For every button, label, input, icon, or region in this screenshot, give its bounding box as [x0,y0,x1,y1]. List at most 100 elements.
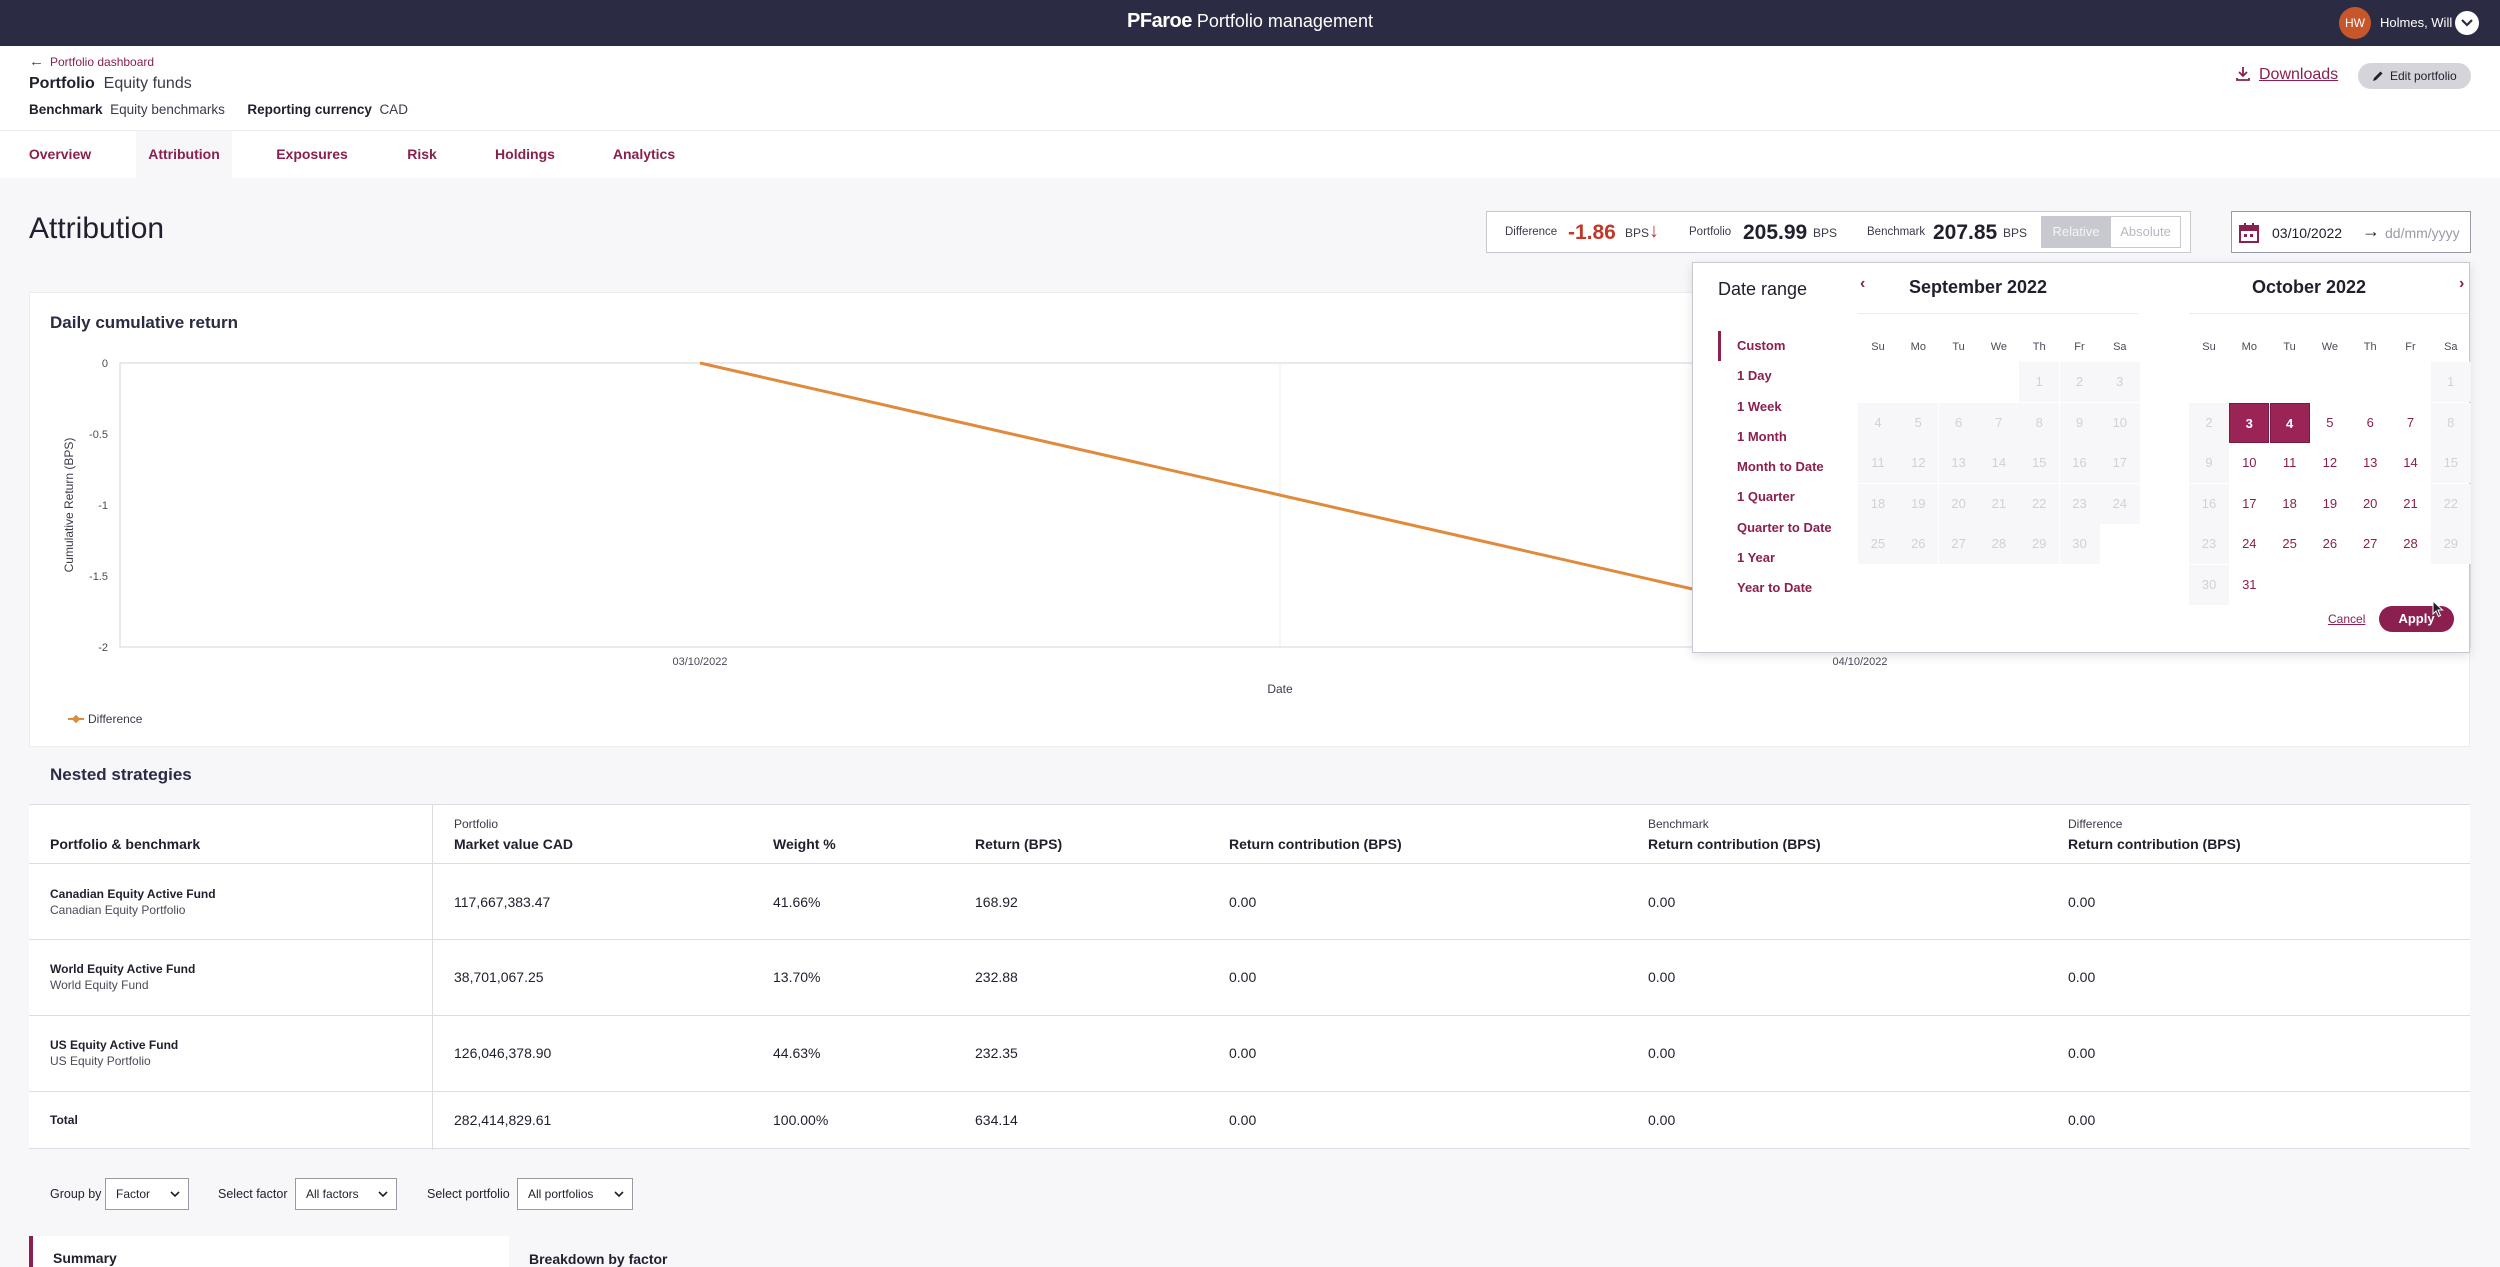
user-menu-chevron-icon[interactable] [2455,11,2479,35]
x-axis-label: Date [1267,682,1293,696]
calendar-day[interactable]: 17 [2229,484,2269,524]
header-weight[interactable]: Weight % [773,836,836,852]
weekday-label: We [2321,341,2339,353]
cancel-button[interactable]: Cancel [2328,612,2365,626]
mouse-cursor-icon [2432,600,2444,618]
absolute-option[interactable]: Absolute [2110,217,2180,247]
tab-risk[interactable]: Risk [400,131,444,179]
calendar-day[interactable]: 4 [2269,402,2310,443]
calendar-day[interactable]: 19 [2310,484,2350,524]
header-contribution[interactable]: Return contribution (BPS) [1229,836,1402,852]
calendar-day: 20 [1938,483,1979,524]
downloads-link[interactable]: Downloads [2235,66,2338,84]
x-tick-label: 03/10/2022 [672,656,727,668]
relative-absolute-toggle: Relative Absolute [2041,216,2181,248]
app-title-text: Portfolio management [1196,11,1373,31]
group-by-value: Factor [116,1187,151,1201]
download-icon [2236,67,2250,81]
preset-1-week[interactable]: 1 Week [1718,392,1858,422]
header-benchmark-contribution[interactable]: Return contribution (BPS) [1648,836,1821,852]
cell-return: 168.92 [975,894,1018,910]
calendar-day: 8 [2019,402,2060,443]
tab-overview[interactable]: Overview [18,131,102,179]
cell-weight: 44.63% [773,1045,821,1061]
calendar-day[interactable]: 14 [2391,443,2431,483]
total-weight: 100.00% [773,1112,829,1128]
tab-attribution[interactable]: Attribution [136,131,232,179]
next-month-icon[interactable]: › [2459,275,2464,293]
group-header-benchmark: Benchmark [1648,817,1709,831]
avatar[interactable]: HW [2339,7,2371,39]
preset-1-quarter[interactable]: 1 Quarter [1718,482,1858,512]
calendar-day: 29 [2019,524,2060,564]
header-name[interactable]: Portfolio & benchmark [50,836,200,852]
difference-value: -1.86 [1568,221,1616,244]
row-divider [29,1015,2470,1016]
calendar-day[interactable]: 26 [2310,524,2350,564]
cell-market-value: 126,046,378.90 [454,1045,552,1061]
weekday-label: Su [2202,341,2216,353]
calendar-day[interactable]: 31 [2229,565,2269,605]
cell-return: 232.88 [975,969,1018,985]
header-return[interactable]: Return (BPS) [975,836,1062,852]
calendar-day: 1 [2430,362,2471,402]
cell-benchmark-contribution: 0.00 [1648,894,1676,910]
calendar-icon [2239,223,2259,243]
user-name[interactable]: Holmes, Will [2380,15,2452,30]
preset-1-month[interactable]: 1 Month [1718,422,1858,452]
preset-1-day[interactable]: 1 Day [1718,361,1858,391]
weekday-label: Mo [1910,341,1926,353]
preset-quarter-to-date[interactable]: Quarter to Date [1718,513,1858,543]
tab-analytics[interactable]: Analytics [607,131,681,179]
row-name: US Equity Active Fund [50,1038,179,1052]
calendar-day: 30 [2059,524,2100,564]
calendar-day[interactable]: 25 [2270,524,2310,564]
cell-benchmark-contribution: 0.00 [1648,969,1676,985]
calendar-day[interactable]: 3 [2229,402,2270,443]
header-market-value[interactable]: Market value CAD [454,836,573,852]
calendar-day[interactable]: 6 [2350,403,2390,443]
portfolio-return-value: 205.99 [1743,221,1808,244]
calendar-day: 2 [2059,362,2100,402]
calendar-day[interactable]: 28 [2391,524,2431,564]
tab-holdings[interactable]: Holdings [490,131,560,179]
calendar-day[interactable]: 27 [2350,524,2390,564]
header-difference-contribution[interactable]: Return contribution (BPS) [2068,836,2241,852]
calendar-day[interactable]: 7 [2391,403,2431,443]
calendar-day[interactable]: 20 [2350,484,2390,524]
chart-legend[interactable]: Difference [68,712,142,726]
calendar-day[interactable]: 11 [2270,443,2310,483]
calendar-day[interactable]: 10 [2229,443,2269,483]
calendar-day[interactable]: 18 [2270,484,2310,524]
total-contribution: 0.00 [1229,1112,1257,1128]
preset-month-to-date[interactable]: Month to Date [1718,452,1858,482]
cell-weight: 41.66% [773,894,821,910]
calendar-day: 18 [1858,483,1898,524]
cell-weight: 13.70% [773,969,821,985]
summary-tab[interactable]: Summary [29,1236,509,1267]
edit-portfolio-button[interactable]: Edit portfolio [2358,63,2471,89]
benchmark-label: Benchmark [1867,226,1926,238]
preset-year-to-date[interactable]: Year to Date [1718,573,1858,603]
group-header-portfolio: Portfolio [454,817,499,831]
cell-contribution: 0.00 [1229,1045,1257,1061]
date-from-value[interactable]: 03/10/2022 [2272,225,2342,241]
calendar-day[interactable]: 13 [2350,443,2390,483]
date-range-field[interactable]: 03/10/2022 → dd/mm/yyyy [2231,211,2471,253]
portfolio-select[interactable]: All portfolios [517,1178,633,1210]
tab-exposures[interactable]: Exposures [270,131,354,179]
date-range-title: Date range [1718,279,1808,299]
preset-custom[interactable]: Custom [1718,331,1858,362]
calendar-day: 12 [1898,443,1939,483]
factor-select[interactable]: All factors [295,1178,397,1210]
date-to-placeholder[interactable]: dd/mm/yyyy [2385,225,2460,241]
calendar-day[interactable]: 5 [2310,403,2350,443]
group-by-select[interactable]: Factor [105,1178,189,1210]
calendar-day[interactable]: 24 [2229,524,2269,564]
calendar-day[interactable]: 21 [2391,484,2431,524]
calendar-day: 30 [2189,564,2229,605]
relative-option[interactable]: Relative [2042,217,2110,247]
preset-1-year[interactable]: 1 Year [1718,543,1858,573]
calendar-day[interactable]: 12 [2310,443,2350,483]
back-to-dashboard-link[interactable]: ← Portfolio dashboard [29,53,154,70]
